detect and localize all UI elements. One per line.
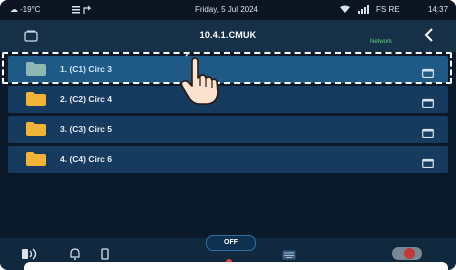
temperature: -19°C xyxy=(20,5,41,14)
list-item-label: 3. (C3) Circ 5 xyxy=(60,124,112,134)
selection-highlight xyxy=(2,52,452,84)
cloud-icon: ☁ xyxy=(10,5,18,14)
bottom-sheet xyxy=(24,262,448,270)
off-button[interactable]: OFF xyxy=(206,235,256,251)
folder-icon xyxy=(26,152,46,171)
signal-icon xyxy=(358,5,370,16)
folder-icon xyxy=(26,122,46,141)
folder-icon xyxy=(26,92,46,111)
wifi-icon xyxy=(340,5,350,16)
path-bar: 10.4.1.CMUK Network xyxy=(0,20,456,52)
clock: 14:37 xyxy=(428,5,449,14)
hand-pointer-icon xyxy=(178,52,226,111)
list-item-label: 4. (C4) Circ 6 xyxy=(60,154,112,164)
date: Friday, 5 Jul 2024 xyxy=(195,5,258,14)
connection-status: Network xyxy=(370,39,393,45)
list-item[interactable]: 4. (C4) Circ 6 xyxy=(8,146,448,173)
toggle-knob xyxy=(404,248,415,259)
list-item[interactable]: 2. (C2) Circ 4 xyxy=(8,86,448,113)
status-right-text: FS RE xyxy=(376,5,400,14)
device-screen: ☁ -19°C Friday, 5 Jul 2024 FS RE 14:37 1… xyxy=(0,0,456,270)
item-detail-icon[interactable] xyxy=(422,95,434,113)
list-item-label: 2. (C2) Circ 4 xyxy=(60,94,112,104)
status-bar: ☁ -19°C Friday, 5 Jul 2024 FS RE 14:37 xyxy=(0,0,456,20)
menu-icon[interactable] xyxy=(72,5,94,17)
back-chevron-icon[interactable] xyxy=(424,28,434,47)
list-item[interactable]: 3. (C3) Circ 5 xyxy=(8,116,448,143)
item-detail-icon[interactable] xyxy=(422,125,434,143)
item-detail-icon[interactable] xyxy=(422,155,434,173)
